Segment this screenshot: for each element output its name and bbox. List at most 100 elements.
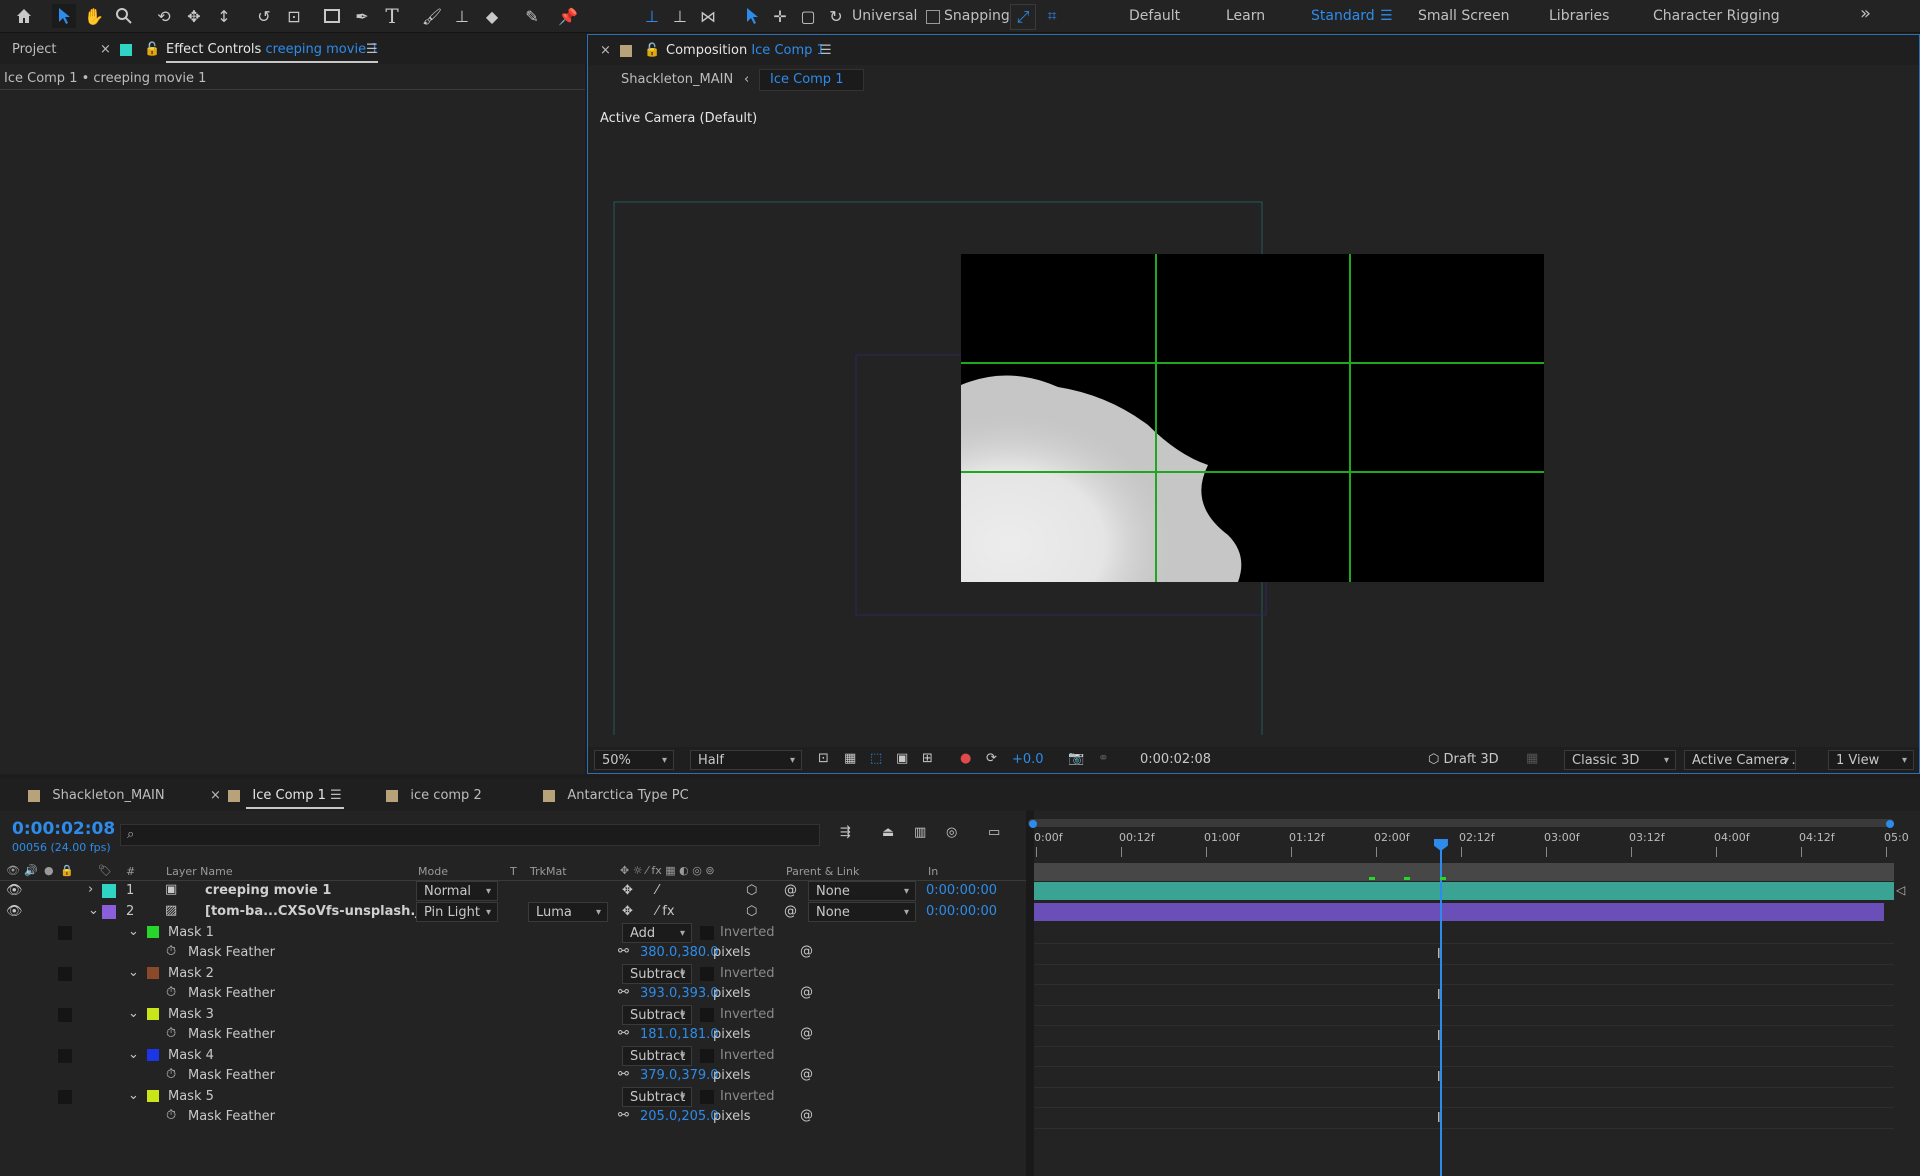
mask-row[interactable]: ⌄ Mask 2 Subtract ▾ Inverted (0, 964, 1026, 984)
track-matte-dropdown[interactable]: Luma ▾ (528, 902, 608, 922)
mask-path-icon[interactable]: ⬚ (870, 751, 882, 766)
mask-mode-dropdown[interactable]: Subtract ▾ (622, 1046, 692, 1066)
comp-marker-icon[interactable]: ◁ (1896, 883, 1912, 899)
snap-points-icon[interactable]: ⌗ (1040, 4, 1064, 28)
clone-stamp-icon[interactable]: ⊥ (450, 4, 474, 28)
pan-behind-icon[interactable]: ⊡ (282, 4, 306, 28)
solo-box[interactable] (58, 1049, 72, 1063)
zoom-tool-icon[interactable] (112, 4, 136, 28)
tab-ice-comp-1[interactable]: Ice Comp 1 (228, 788, 326, 803)
lock-icon[interactable]: 🔓 (644, 43, 660, 58)
rotate-mode-icon[interactable]: ↻ (824, 4, 848, 28)
expression-pickwhip-icon[interactable]: @ (800, 985, 813, 1000)
resolution-dropdown[interactable]: Half ▾ (690, 750, 802, 770)
close-icon[interactable]: × (100, 42, 111, 57)
mask-feather-value[interactable]: 380.0,380.0 (640, 945, 719, 960)
inverted-checkbox[interactable] (700, 1090, 714, 1104)
blend-mode-dropdown[interactable]: Pin Light ▾ (416, 902, 498, 922)
comp-mini-flowchart-icon[interactable]: ⇶ (840, 825, 851, 840)
inverted-checkbox[interactable] (700, 1049, 714, 1063)
mask-row[interactable]: ⌄ Mask 5 Subtract ▾ Inverted (0, 1087, 1026, 1107)
lock-icon[interactable]: 🔓 (144, 42, 160, 57)
stopwatch-icon[interactable]: ⏱ (166, 1108, 176, 1123)
mask-mode-dropdown[interactable]: Subtract ▾ (622, 1087, 692, 1107)
constrain-link-icon[interactable]: ⚯ (618, 1067, 629, 1082)
collapse-chevron-icon[interactable]: ⌄ (88, 903, 99, 918)
keyframe-marker[interactable]: I (1437, 947, 1441, 962)
rotate-tool-icon[interactable]: ↺ (252, 4, 276, 28)
work-area-end-handle[interactable] (1886, 820, 1894, 828)
collapse-chevron-icon[interactable]: ⌄ (128, 965, 139, 980)
workspace-standard[interactable]: Standard (1311, 8, 1375, 24)
world-axis-icon[interactable]: ⊥ (668, 4, 692, 28)
keyframe-marker[interactable]: I (1437, 1111, 1441, 1126)
workspace-libraries[interactable]: Libraries (1549, 8, 1609, 24)
mask-property-row[interactable]: ⏱ Mask Feather ⚯ 205.0,205.0 pixels @ (0, 1107, 1026, 1127)
expand-chevron-icon[interactable]: › (88, 882, 93, 897)
close-icon[interactable]: × (600, 43, 611, 58)
keyframe-marker[interactable]: I (1437, 1029, 1441, 1044)
mask-name[interactable]: Mask 2 (168, 966, 214, 981)
puppet-pin-icon[interactable]: 📌 (556, 4, 580, 28)
mask-feather-value[interactable]: 205.0,205.0 (640, 1109, 719, 1124)
layer-search-input[interactable]: ⌕ (120, 824, 820, 846)
label-color-swatch[interactable] (102, 884, 116, 898)
mask-property-row[interactable]: ⏱ Mask Feather ⚯ 181.0,181.0 pixels @ (0, 1025, 1026, 1045)
local-axis-icon[interactable]: ⊥ (640, 4, 664, 28)
collapse-chevron-icon[interactable]: ⌄ (128, 924, 139, 939)
layer-bar-1[interactable] (1034, 882, 1894, 900)
safe-zones-icon[interactable]: ▣ (896, 751, 908, 766)
pen-tool-icon[interactable]: ✒ (350, 4, 374, 28)
selection-tool-icon[interactable] (52, 4, 76, 28)
rectangle-tool-icon[interactable] (320, 4, 344, 28)
visibility-eye-icon[interactable]: 👁 (6, 904, 23, 919)
draft3d-toggle[interactable]: ⬡ Draft 3D (1428, 752, 1499, 767)
mask-name[interactable]: Mask 5 (168, 1089, 214, 1104)
zoom-dropdown[interactable]: 50% ▾ (594, 750, 674, 770)
visibility-eye-icon[interactable]: 👁 (6, 883, 23, 898)
snap-edges-icon[interactable]: ⤢ (1010, 4, 1036, 30)
mask-name[interactable]: Mask 3 (168, 1007, 214, 1022)
keyframe-marker[interactable]: I (1437, 1070, 1441, 1085)
views-dropdown[interactable]: 1 View ▾ (1828, 750, 1914, 770)
dolly-camera-icon[interactable]: ↕ (212, 4, 236, 28)
move-mode-icon[interactable]: ✛ (768, 4, 792, 28)
mask-feather-value[interactable]: 181.0,181.0 (640, 1027, 719, 1042)
stopwatch-icon[interactable]: ⏱ (166, 944, 176, 959)
channels-icon[interactable]: ● (960, 751, 971, 766)
solo-box[interactable] (58, 967, 72, 981)
tab-ice-comp-2[interactable]: ice comp 2 (386, 788, 482, 803)
tab-project[interactable]: Project (12, 42, 56, 57)
mask-mode-dropdown[interactable]: Subtract ▾ (622, 1005, 692, 1025)
time-navigator[interactable] (1034, 863, 1894, 881)
crumb-back-icon[interactable]: ‹ (744, 72, 749, 87)
crumb-ice-comp[interactable]: Ice Comp 1 (759, 69, 864, 91)
extended-viewer-icon[interactable]: ▦ (1526, 751, 1538, 766)
scale-mode-icon[interactable]: ▢ (796, 4, 820, 28)
reset-exposure-icon[interactable]: ⟳ (986, 751, 997, 766)
grid-guides-icon[interactable]: ⊞ (922, 751, 933, 766)
work-area-start-handle[interactable] (1029, 820, 1037, 828)
panel-menu-icon[interactable]: ☰ (820, 43, 832, 58)
draft-3d-icon[interactable]: ⏏ (882, 825, 894, 840)
camera-dropdown[interactable]: Active Camera ... ▾ (1684, 750, 1796, 770)
motion-blur-icon[interactable]: ◎ (946, 825, 957, 840)
mask-feather-value[interactable]: 393.0,393.0 (640, 986, 719, 1001)
workspace-character-rigging[interactable]: Character Rigging (1653, 8, 1780, 24)
solo-box[interactable] (58, 1090, 72, 1104)
inverted-checkbox[interactable] (700, 967, 714, 981)
mask-row[interactable]: ⌄ Mask 4 Subtract ▾ Inverted (0, 1046, 1026, 1066)
frame-blending-icon[interactable]: ▥ (914, 825, 926, 840)
transparency-grid-icon[interactable]: ▦ (844, 751, 856, 766)
mask-name[interactable]: Mask 1 (168, 925, 214, 940)
layer-bar-2[interactable] (1034, 903, 1884, 921)
tab-antarctica-type-pc[interactable]: Antarctica Type PC (543, 788, 689, 803)
stopwatch-icon[interactable]: ⏱ (166, 985, 176, 1000)
keyframe-marker[interactable]: I (1437, 988, 1441, 1003)
mask-feather-value[interactable]: 379.0,379.0 (640, 1068, 719, 1083)
exposure-value[interactable]: +0.0 (1012, 752, 1044, 767)
roto-brush-icon[interactable]: ✎ (520, 4, 544, 28)
parent-dropdown[interactable]: None ▾ (808, 902, 916, 922)
constrain-link-icon[interactable]: ⚯ (618, 944, 629, 959)
region-icon[interactable]: ⊡ (818, 751, 829, 766)
